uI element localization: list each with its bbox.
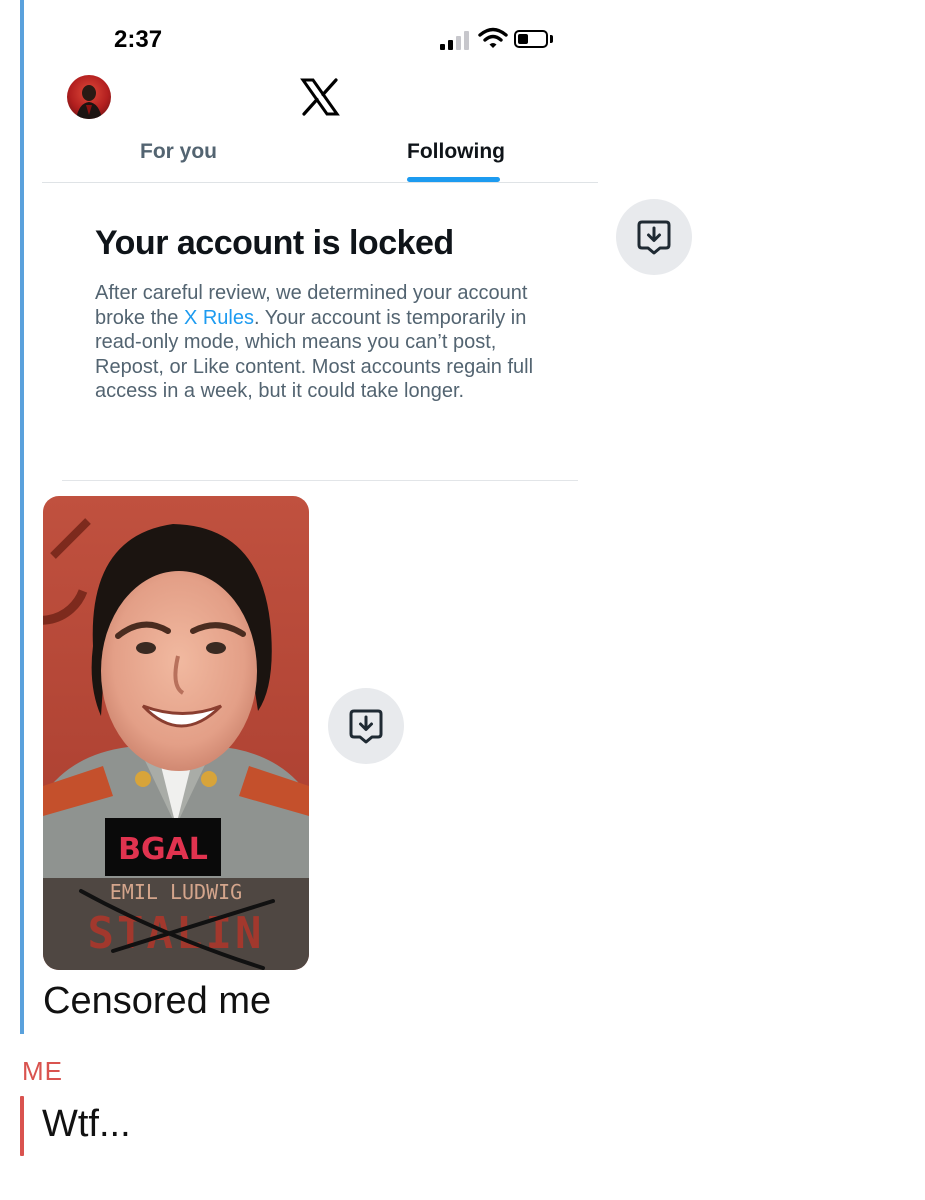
wifi-icon bbox=[478, 27, 508, 48]
battery-icon bbox=[514, 30, 548, 48]
meme-subtitle-text: EMIL LUDWIG bbox=[110, 880, 242, 904]
cellular-signal-icon bbox=[440, 30, 472, 50]
save-image-button[interactable] bbox=[616, 199, 692, 275]
x-rules-link[interactable]: X Rules bbox=[184, 307, 254, 329]
section-divider bbox=[62, 480, 578, 481]
status-time: 2:37 bbox=[114, 26, 163, 53]
account-locked-title: Your account is locked bbox=[95, 224, 454, 262]
message-caption: Censored me bbox=[43, 980, 272, 1022]
meme-badge-text: BGAL bbox=[118, 832, 208, 867]
reply-message: Wtf... bbox=[42, 1103, 131, 1145]
reply-bar bbox=[20, 1096, 24, 1156]
save-image-button-2[interactable] bbox=[328, 688, 404, 764]
quoted-message-bar bbox=[20, 0, 24, 1034]
tab-following[interactable]: Following bbox=[407, 140, 505, 164]
sender-label: ME bbox=[22, 1056, 63, 1086]
meme-image[interactable]: BGAL EMIL LUDWIG STALIN bbox=[43, 496, 309, 970]
tabs-divider bbox=[42, 182, 598, 183]
battery-tip bbox=[550, 35, 553, 43]
tab-for-you[interactable]: For you bbox=[140, 140, 217, 164]
avatar[interactable] bbox=[67, 75, 111, 119]
download-box-icon bbox=[349, 709, 383, 744]
x-logo-icon[interactable] bbox=[300, 78, 340, 116]
download-box-icon bbox=[637, 220, 671, 255]
account-locked-body: After careful review, we determined your… bbox=[95, 281, 565, 404]
